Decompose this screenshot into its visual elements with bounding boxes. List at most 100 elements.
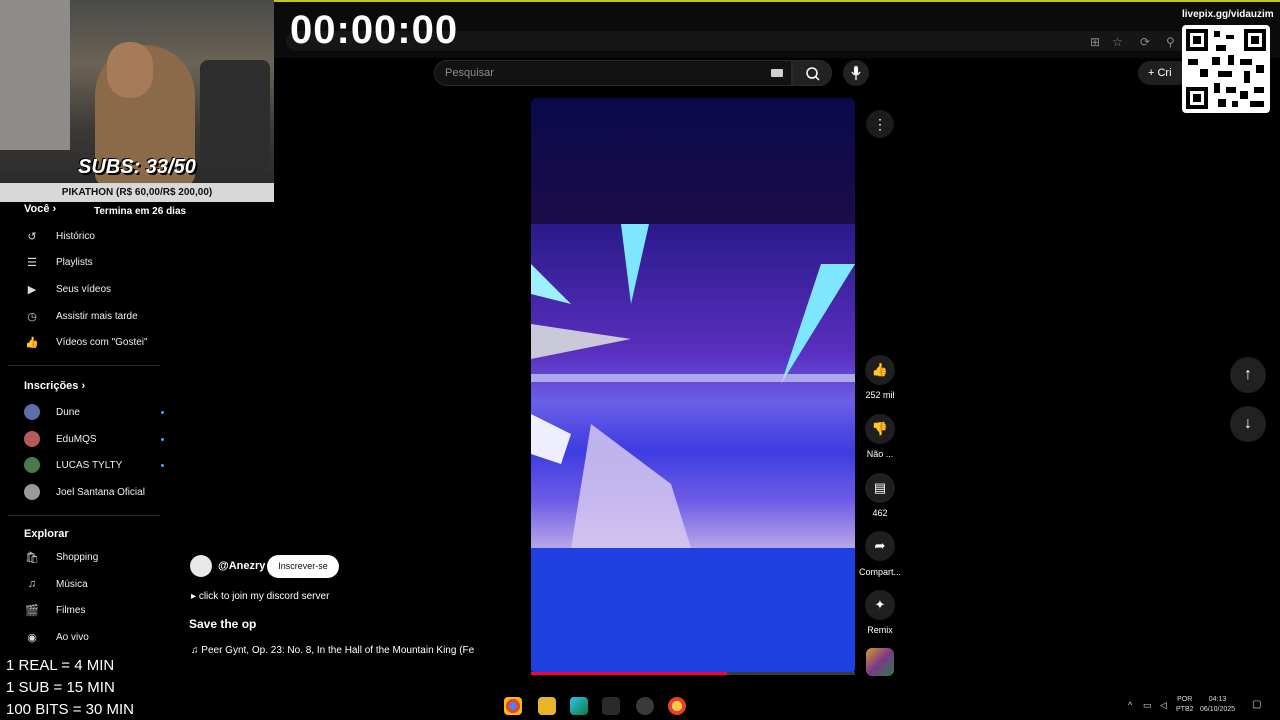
profile-icon[interactable]: ⚲ bbox=[1166, 35, 1175, 49]
avatar bbox=[24, 484, 40, 500]
settings-taskbar-icon[interactable] bbox=[602, 697, 620, 715]
remix-button[interactable]: ✦ bbox=[865, 590, 895, 620]
sidebar-sub-joel-santana[interactable]: Joel Santana Oficial bbox=[24, 481, 145, 503]
sidebar-item-liked[interactable]: 👍 Vídeos com "Gostei" bbox=[24, 331, 147, 353]
sidebar-item-live[interactable]: ◉ Ao vivo bbox=[24, 626, 89, 648]
thumbs-down-icon: 👎 bbox=[871, 421, 889, 436]
tray-clock[interactable]: 04:13 06/10/2025 bbox=[1200, 695, 1235, 715]
new-content-dot bbox=[161, 411, 164, 414]
sound-thumbnail[interactable] bbox=[866, 648, 894, 676]
edge-taskbar-icon[interactable] bbox=[570, 697, 588, 715]
channel-name[interactable]: @Anezry bbox=[218, 560, 265, 572]
extension-puzzle-icon[interactable]: ⟳ bbox=[1140, 35, 1150, 49]
mic-icon bbox=[851, 66, 861, 80]
sidebar-item-watch-later[interactable]: ◷ Assistir mais tarde bbox=[24, 305, 138, 327]
sidebar-item-history[interactable]: ↺ Histórico bbox=[24, 225, 95, 247]
short-video-player[interactable] bbox=[531, 98, 855, 674]
subs-goal: SUBS: 33/50 bbox=[78, 156, 196, 178]
sidebar-item-shopping[interactable]: 🛍 Shopping bbox=[24, 546, 98, 568]
sidebar-item-label: Música bbox=[56, 578, 88, 590]
video-bottom-band bbox=[531, 548, 855, 674]
sidebar-item-label: Filmes bbox=[56, 604, 86, 616]
dislike-button[interactable]: 👎 bbox=[865, 414, 895, 444]
search-button[interactable] bbox=[792, 60, 832, 86]
comment-count: 462 bbox=[872, 508, 888, 518]
music-icon: ♫ bbox=[27, 578, 37, 590]
tray-language[interactable]: POR PTB2 bbox=[1176, 695, 1194, 715]
avatar bbox=[24, 431, 40, 447]
clock-time: 04:13 bbox=[1208, 696, 1227, 703]
play-triangle-icon: ▸ bbox=[191, 591, 197, 602]
share-icon: ➦ bbox=[874, 538, 886, 553]
search-icon bbox=[806, 67, 820, 81]
more-options-icon[interactable]: ⋮ bbox=[866, 110, 894, 138]
share-button[interactable]: ➦ bbox=[865, 531, 895, 561]
sidebar-item-playlists[interactable]: ☰ Playlists bbox=[24, 251, 93, 273]
video-progress-fill bbox=[531, 672, 727, 675]
windows-taskbar bbox=[170, 692, 1280, 720]
previous-short-button[interactable]: ↑ bbox=[1230, 357, 1266, 393]
new-content-dot bbox=[161, 438, 164, 441]
sidebar-sub-lucas-tylty[interactable]: LUCAS TYLTY bbox=[24, 454, 164, 476]
share-label: Compart... bbox=[858, 567, 901, 577]
music-note-icon: ♫ bbox=[191, 645, 199, 656]
sidebar-item-label: Seus vídeos bbox=[56, 283, 112, 295]
dislike-label: Não ... bbox=[866, 449, 894, 459]
new-content-dot bbox=[161, 464, 164, 467]
chevron-right-icon: › bbox=[81, 380, 86, 392]
obs-taskbar-icon[interactable] bbox=[636, 697, 654, 715]
like-button[interactable]: 👍 bbox=[865, 355, 895, 385]
arrow-down-icon: ↓ bbox=[1244, 415, 1252, 432]
avatar bbox=[24, 404, 40, 420]
sidebar-item-movies[interactable]: 🎬 Filmes bbox=[24, 599, 85, 621]
sidebar-sub-edumqs[interactable]: EduMQS bbox=[24, 428, 164, 450]
overlay-rate-bits: 100 BITS = 30 MIN bbox=[6, 701, 134, 718]
description-text: click to join my discord server bbox=[198, 591, 330, 602]
remix-icon: ✦ bbox=[874, 597, 886, 612]
video-frame bbox=[531, 224, 855, 548]
subscribe-button[interactable]: Inscrever-se bbox=[267, 555, 339, 578]
tray-chevron-icon[interactable]: ^ bbox=[1128, 700, 1132, 710]
file-explorer-taskbar-icon[interactable] bbox=[538, 697, 556, 715]
clock-date: 06/10/2025 bbox=[1200, 706, 1236, 713]
volume-icon[interactable]: ◁ bbox=[1160, 700, 1167, 711]
video-top-band bbox=[531, 98, 855, 224]
network-icon[interactable]: ▭ bbox=[1143, 700, 1152, 711]
voice-search-button[interactable] bbox=[843, 60, 869, 86]
chevron-right-icon: › bbox=[52, 203, 57, 215]
notification-icon[interactable]: ▢ bbox=[1252, 699, 1261, 710]
short-music[interactable]: ♫ Peer Gynt, Op. 23: No. 8, In the Hall … bbox=[191, 645, 489, 656]
sidebar-item-label: Joel Santana Oficial bbox=[56, 486, 145, 498]
extensions-icon[interactable]: ⊞ bbox=[1090, 35, 1100, 49]
keyboard-layout: PTB2 bbox=[1176, 706, 1194, 713]
sidebar-item-label: Assistir mais tarde bbox=[56, 310, 138, 322]
sidebar-voce-header[interactable]: Você › bbox=[24, 203, 56, 215]
channel-avatar[interactable] bbox=[190, 555, 212, 577]
sidebar-item-label: Dune bbox=[56, 406, 80, 418]
sidebar-subscriptions-header[interactable]: Inscrições › bbox=[24, 380, 85, 392]
arrow-up-icon: ↑ bbox=[1244, 366, 1252, 383]
livepix-url: livepix.gg/vidauzim bbox=[1182, 9, 1274, 20]
sidebar-item-music[interactable]: ♫ Música bbox=[24, 573, 88, 595]
live-icon: ◉ bbox=[27, 631, 37, 644]
sidebar-sub-dune[interactable]: Dune bbox=[24, 401, 164, 423]
webcam-chair bbox=[200, 60, 270, 170]
search-placeholder: Pesquisar bbox=[445, 67, 494, 79]
avatar bbox=[24, 457, 40, 473]
sidebar-item-your-videos[interactable]: ▶ Seus vídeos bbox=[24, 278, 111, 300]
stream-timer: 00:00:00 bbox=[290, 8, 459, 52]
keyboard-icon[interactable] bbox=[771, 69, 783, 77]
watch-later-icon: ◷ bbox=[27, 310, 37, 323]
short-title: Save the op bbox=[189, 617, 257, 631]
liked-icon: 👍 bbox=[25, 336, 39, 349]
remix-label: Remix bbox=[867, 625, 893, 635]
bookmark-star-icon[interactable]: ☆ bbox=[1112, 35, 1123, 49]
subscriptions-label: Inscrições bbox=[24, 380, 79, 392]
chrome-taskbar-icon[interactable] bbox=[504, 697, 522, 715]
app-taskbar-icon[interactable] bbox=[668, 697, 686, 715]
comments-button[interactable]: ▤ bbox=[865, 473, 895, 503]
short-description[interactable]: ▸ click to join my discord server bbox=[191, 591, 329, 602]
your-videos-icon: ▶ bbox=[27, 283, 37, 296]
video-scene bbox=[531, 224, 855, 548]
next-short-button[interactable]: ↓ bbox=[1230, 406, 1266, 442]
